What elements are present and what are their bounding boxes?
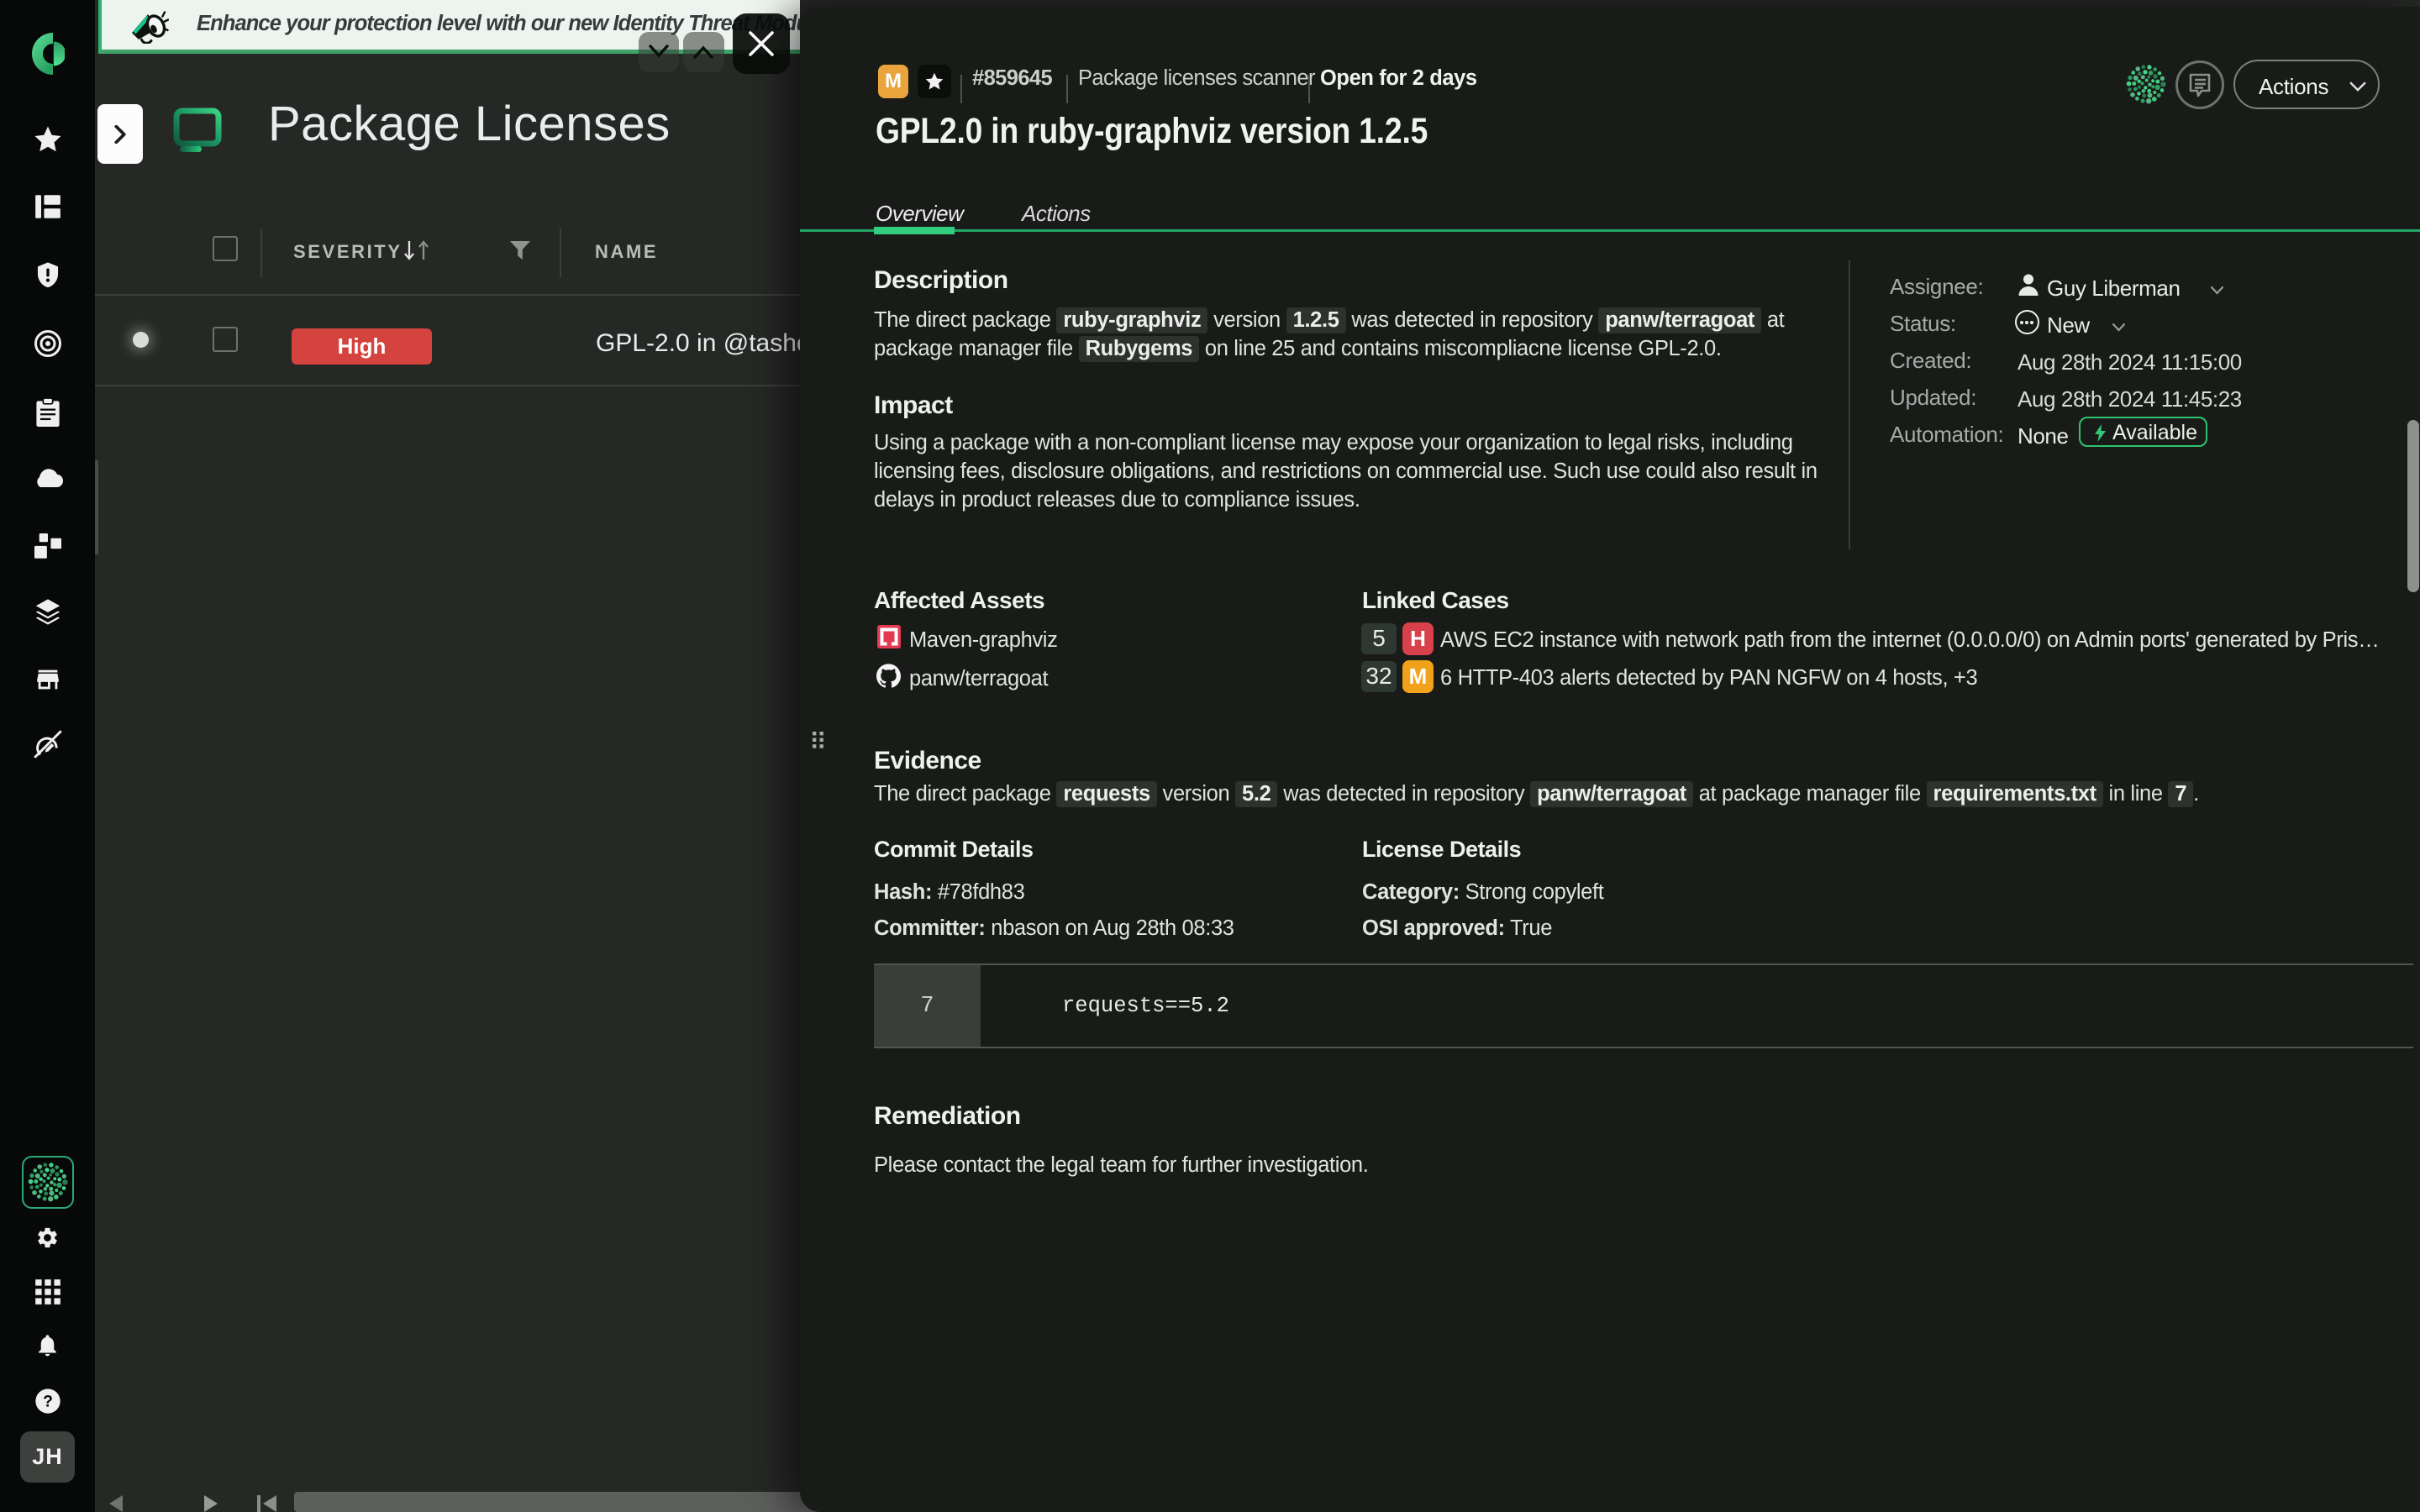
svg-text:?: ?	[43, 1394, 53, 1411]
